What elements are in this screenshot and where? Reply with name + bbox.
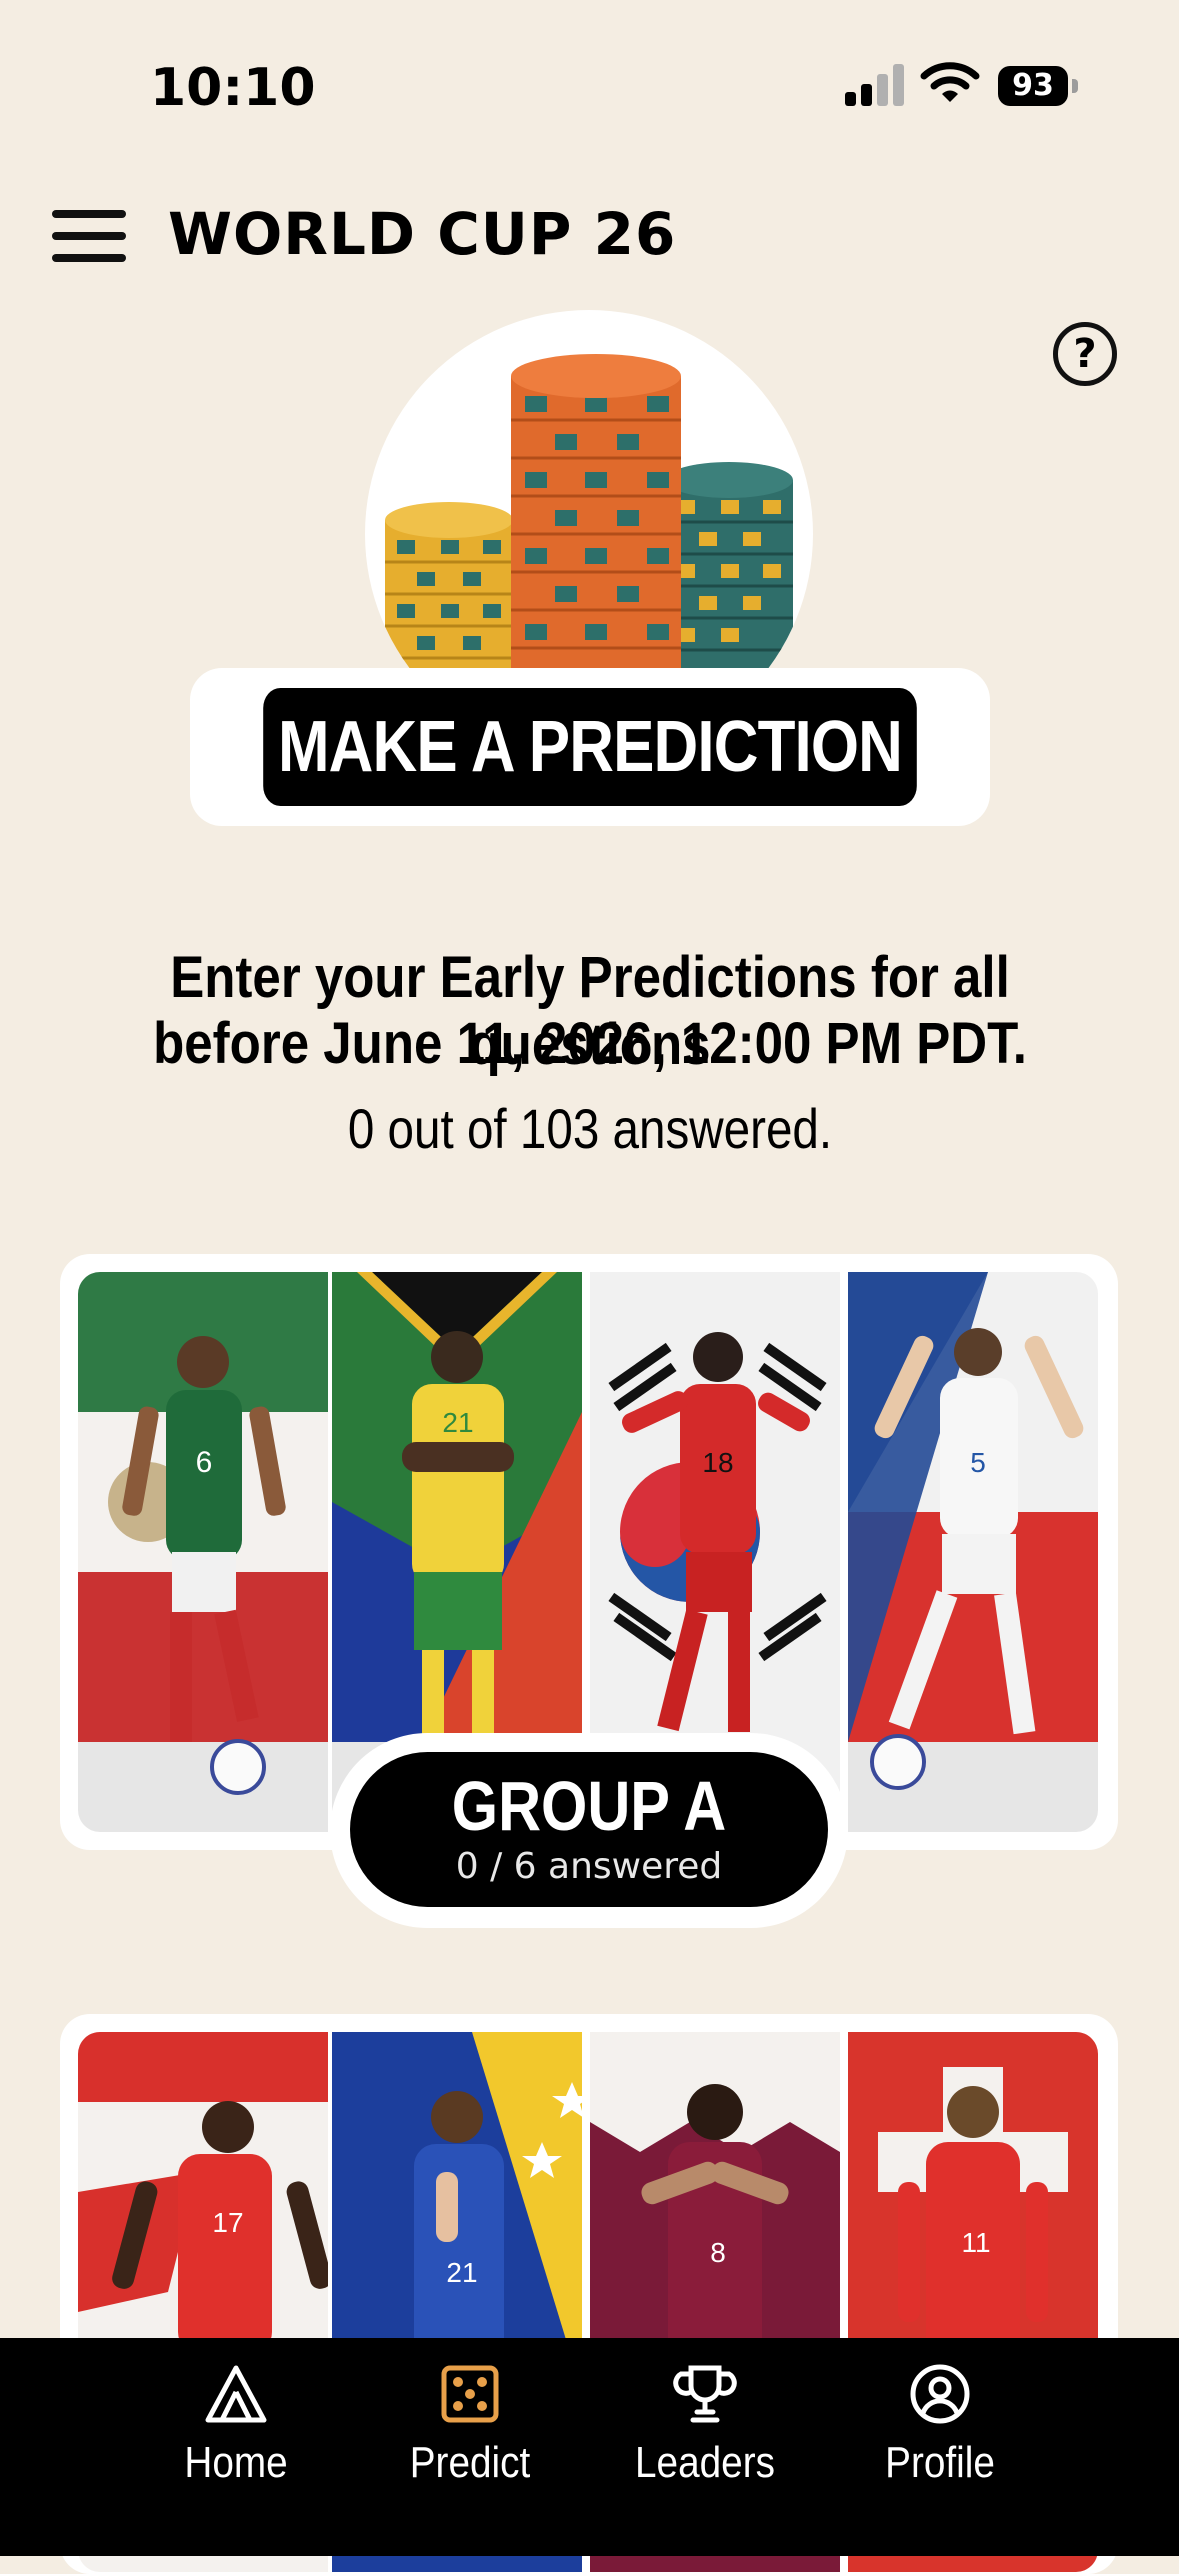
jersey-number: 6: [196, 1446, 213, 1479]
bottom-nav: Home Predict Leaders Profile: [0, 2338, 1179, 2556]
nav-predict-label: Predict: [409, 2438, 531, 2487]
jersey-number: 21: [446, 2257, 477, 2288]
team-panel-mexico: 6: [78, 1272, 328, 1832]
group-name: GROUP A: [451, 1767, 727, 1845]
info-deadline-line2: before June 11, 2026, 12:00 PM PDT.: [153, 1011, 1027, 1076]
battery-indicator: 93: [998, 66, 1068, 106]
menu-icon[interactable]: [52, 210, 126, 262]
home-icon: [205, 2365, 267, 2423]
status-time: 10:10: [150, 58, 316, 118]
wifi-icon: [920, 62, 980, 102]
dice-icon: [441, 2365, 499, 2423]
cellular-signal-icon: [845, 62, 905, 106]
nav-profile[interactable]: Profile: [840, 2362, 1040, 2522]
battery-tip: [1072, 79, 1078, 93]
jersey-number: 18: [702, 1447, 733, 1478]
nav-leaders-label: Leaders: [635, 2438, 775, 2487]
group-progress: 0 / 6 answered: [455, 1846, 723, 1887]
nav-home-label: Home: [184, 2438, 288, 2487]
jersey-number: 21: [442, 1407, 473, 1438]
jersey-number: 17: [212, 2207, 243, 2238]
team-panel-czechia: 5: [848, 1272, 1098, 1832]
app-title: WORLD CUP 26: [168, 200, 677, 268]
jersey-number: 8: [710, 2237, 726, 2268]
nav-leaders[interactable]: Leaders: [605, 2362, 805, 2522]
answered-progress-text: 0 out of 103 answered.: [347, 1097, 833, 1160]
help-icon[interactable]: ?: [1053, 322, 1117, 386]
jersey-number: 5: [970, 1447, 986, 1478]
nav-profile-label: Profile: [885, 2438, 995, 2487]
jersey-number: 11: [961, 2227, 990, 2258]
profile-icon: [910, 2364, 970, 2424]
group-a-badge[interactable]: GROUP A 0 / 6 answered: [350, 1752, 828, 1907]
make-prediction-button[interactable]: MAKE A PREDICTION: [263, 688, 917, 806]
nav-home[interactable]: Home: [136, 2362, 336, 2522]
nav-predict[interactable]: Predict: [370, 2362, 570, 2522]
trophy-icon: [673, 2365, 737, 2423]
